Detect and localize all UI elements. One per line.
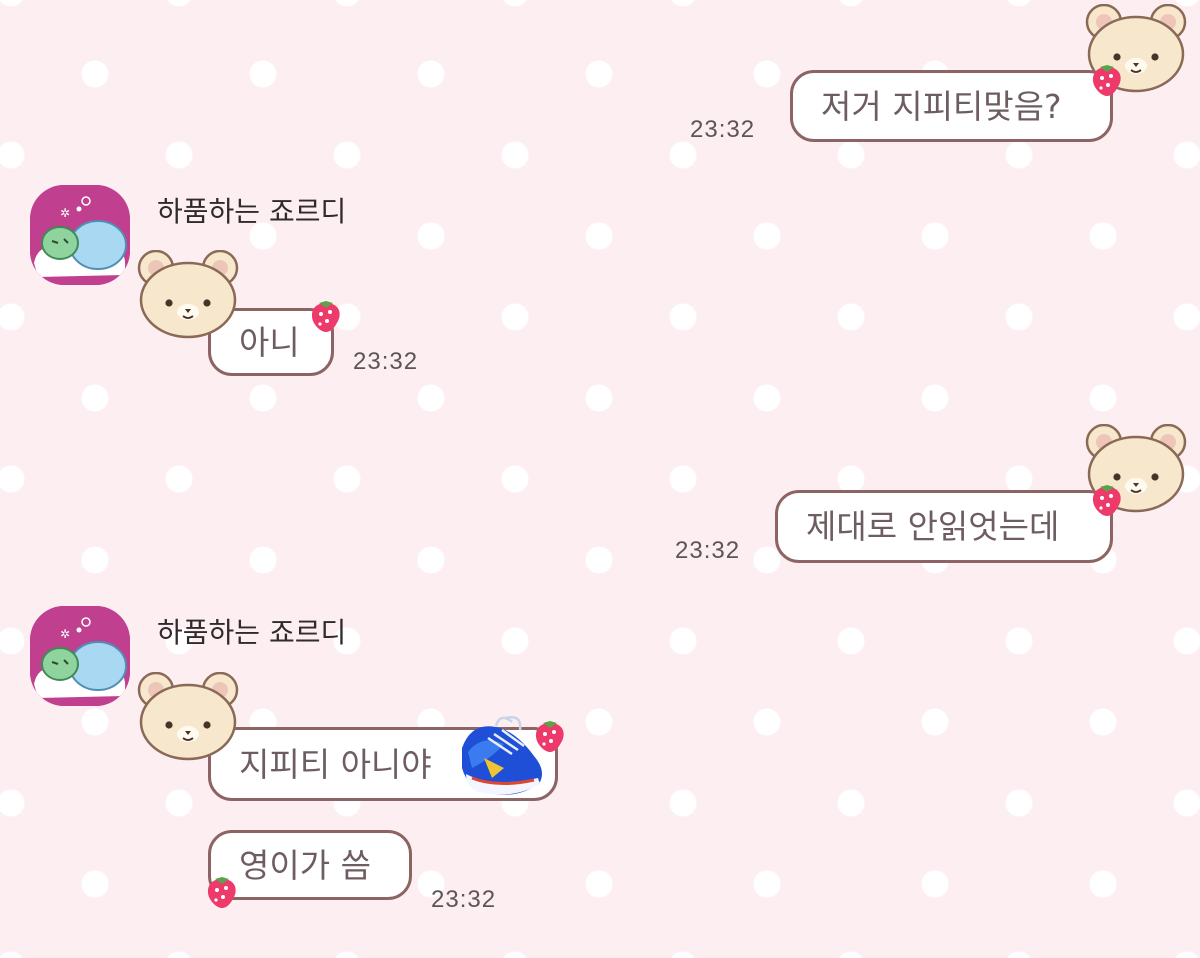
strawberry-icon [1089,62,1125,98]
strawberry-icon [204,874,240,910]
message-text: 저거 지피티맞음? [821,86,1062,126]
message-bubble-outgoing[interactable]: 제대로 안읽엇는데 [775,490,1113,563]
strawberry-icon [308,298,344,334]
sender-name: 하품하는 죠르디 [157,616,347,649]
strawberry-icon [532,718,568,754]
message-time: 23:32 [353,348,419,375]
bear-face-icon [136,250,240,340]
bear-face-icon [136,672,240,762]
message-time: 23:32 [690,116,756,143]
sender-avatar[interactable] [30,606,130,706]
message-text: 지피티 아니야 [239,744,432,784]
message-bubble-outgoing[interactable]: 저거 지피티맞음? [790,70,1113,142]
message-text: 영이가 씀 [239,845,371,885]
sender-avatar[interactable] [30,185,130,285]
strawberry-icon [1089,482,1125,518]
message-text: 제대로 안읽엇는데 [806,507,1060,546]
message-time: 23:32 [675,537,741,564]
sender-name: 하품하는 죠르디 [157,195,347,228]
message-time: 23:32 [431,886,497,913]
message-text: 아니 [239,322,300,362]
